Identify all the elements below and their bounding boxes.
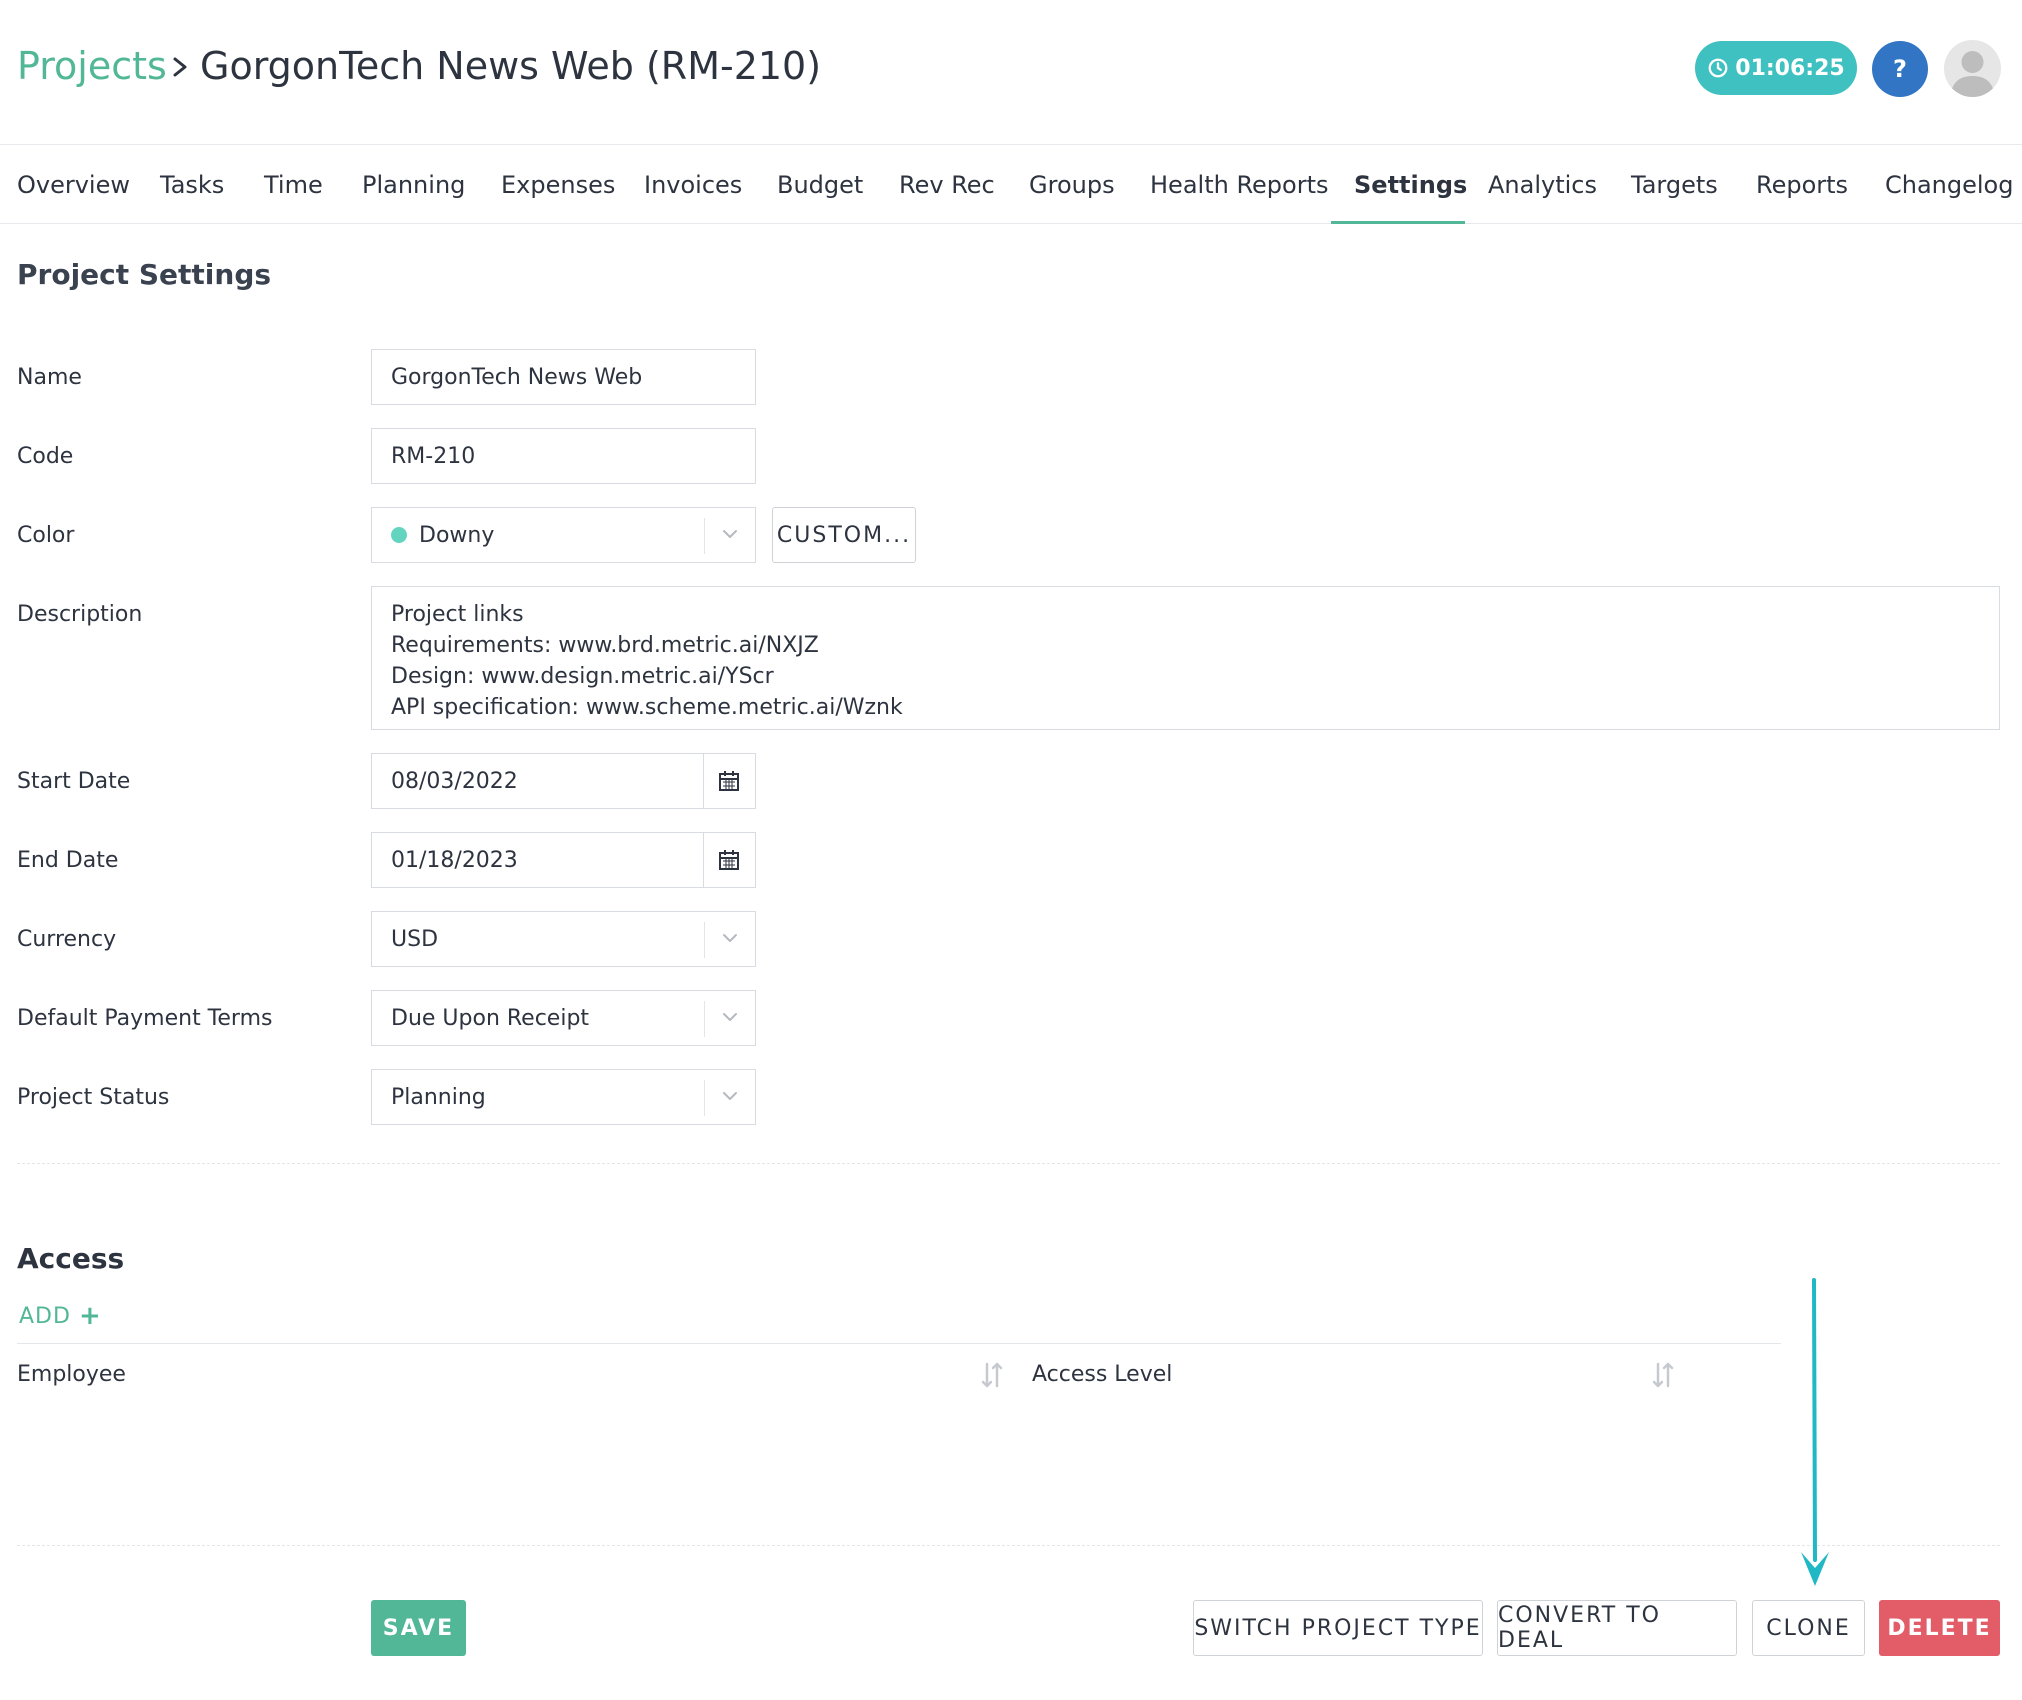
select-divider	[704, 1080, 705, 1116]
payment-terms-select[interactable]: Due Upon Receipt	[371, 990, 756, 1046]
color-swatch	[391, 527, 407, 543]
select-divider	[704, 1001, 705, 1037]
start-date-label: Start Date	[17, 769, 131, 794]
color-label: Color	[17, 523, 75, 548]
payment-terms-label: Default Payment Terms	[17, 1006, 273, 1031]
custom-color-button[interactable]: CUSTOM...	[772, 507, 916, 563]
section-divider	[17, 1545, 2000, 1546]
tab-health-reports[interactable]: Health Reports	[1150, 145, 1329, 224]
tab-overview[interactable]: Overview	[17, 145, 130, 224]
column-header-employee[interactable]: Employee	[17, 1362, 126, 1387]
tab-settings[interactable]: Settings	[1354, 145, 1467, 224]
section-divider	[17, 1163, 2000, 1164]
end-date-label: End Date	[17, 848, 119, 873]
user-avatar[interactable]	[1944, 40, 2001, 97]
tab-expenses[interactable]: Expenses	[501, 145, 615, 224]
sort-icon[interactable]	[1651, 1360, 1675, 1390]
select-divider	[704, 518, 705, 554]
calendar-icon[interactable]	[717, 848, 741, 872]
select-divider	[704, 922, 705, 958]
end-date-input[interactable]: 01/18/2023	[371, 832, 756, 888]
table-header-border	[17, 1343, 1781, 1344]
add-label: ADD	[19, 1303, 71, 1329]
currency-value: USD	[391, 926, 439, 952]
section-title-access: Access	[17, 1242, 125, 1275]
convert-to-deal-button[interactable]: CONVERT TO DEAL	[1497, 1600, 1737, 1656]
save-button[interactable]: SAVE	[371, 1600, 466, 1656]
tab-targets[interactable]: Targets	[1631, 145, 1718, 224]
name-label: Name	[17, 365, 82, 390]
chevron-right-icon	[173, 57, 187, 77]
tab-analytics[interactable]: Analytics	[1488, 145, 1597, 224]
start-date-input[interactable]: 08/03/2022	[371, 753, 756, 809]
tab-invoices[interactable]: Invoices	[644, 145, 742, 224]
code-input[interactable]: RM-210	[371, 428, 756, 484]
switch-project-type-button[interactable]: SWITCH PROJECT TYPE	[1193, 1600, 1483, 1656]
code-label: Code	[17, 444, 74, 469]
chevron-down-icon	[723, 934, 737, 942]
project-status-select[interactable]: Planning	[371, 1069, 756, 1125]
sort-icon[interactable]	[980, 1360, 1004, 1390]
currency-label: Currency	[17, 927, 117, 952]
code-value: RM-210	[391, 443, 476, 469]
input-divider	[703, 833, 704, 887]
tab-changelog[interactable]: Changelog	[1885, 145, 2013, 224]
chevron-down-icon	[723, 530, 737, 538]
description-line: API specification: www.scheme.metric.ai/…	[391, 695, 903, 720]
tab-budget[interactable]: Budget	[777, 145, 863, 224]
input-divider	[703, 754, 704, 808]
currency-select[interactable]: USD	[371, 911, 756, 967]
name-value: GorgonTech News Web	[391, 364, 643, 390]
user-icon	[1950, 51, 1995, 97]
page-title: GorgonTech News Web (RM-210)	[200, 44, 822, 88]
project-tabs: Overview Tasks Time Planning Expenses In…	[0, 144, 2022, 224]
description-textarea[interactable]: Project links Requirements: www.brd.metr…	[371, 586, 2000, 730]
section-title-project-settings: Project Settings	[17, 258, 272, 291]
description-line: Project links	[391, 602, 524, 627]
clone-button[interactable]: CLONE	[1752, 1600, 1865, 1656]
plus-icon: +	[78, 1301, 102, 1331]
column-header-access-level[interactable]: Access Level	[1032, 1362, 1172, 1387]
chevron-down-icon	[723, 1013, 737, 1021]
tab-groups[interactable]: Groups	[1029, 145, 1115, 224]
help-button[interactable]: ?	[1872, 41, 1928, 97]
active-tab-indicator	[1331, 221, 1465, 224]
arrow-down-icon	[1801, 1278, 1829, 1586]
name-input[interactable]: GorgonTech News Web	[371, 349, 756, 405]
add-access-button[interactable]: ADD +	[19, 1301, 102, 1331]
delete-button[interactable]: DELETE	[1879, 1600, 2000, 1656]
payment-terms-value: Due Upon Receipt	[391, 1005, 590, 1031]
project-status-value: Planning	[391, 1084, 486, 1110]
page-header: Projects GorgonTech News Web (RM-210) 01…	[0, 0, 2022, 144]
timer-value: 01:06:25	[1735, 55, 1845, 81]
color-value: Downy	[419, 522, 495, 548]
tab-reports[interactable]: Reports	[1756, 145, 1848, 224]
tab-planning[interactable]: Planning	[362, 145, 465, 224]
timer-button[interactable]: 01:06:25	[1695, 41, 1857, 95]
project-status-label: Project Status	[17, 1085, 170, 1110]
start-date-value: 08/03/2022	[391, 768, 518, 794]
end-date-value: 01/18/2023	[391, 847, 518, 873]
calendar-icon[interactable]	[717, 769, 741, 793]
description-label: Description	[17, 602, 143, 627]
description-line: Design: www.design.metric.ai/YScr	[391, 664, 774, 689]
tab-time[interactable]: Time	[264, 145, 323, 224]
color-select[interactable]: Downy	[371, 507, 756, 563]
description-line: Requirements: www.brd.metric.ai/NXJZ	[391, 633, 819, 658]
clock-icon	[1708, 58, 1728, 78]
tab-tasks[interactable]: Tasks	[160, 145, 224, 224]
chevron-down-icon	[723, 1092, 737, 1100]
breadcrumb-projects-link[interactable]: Projects	[17, 44, 167, 88]
tab-rev-rec[interactable]: Rev Rec	[899, 145, 995, 224]
